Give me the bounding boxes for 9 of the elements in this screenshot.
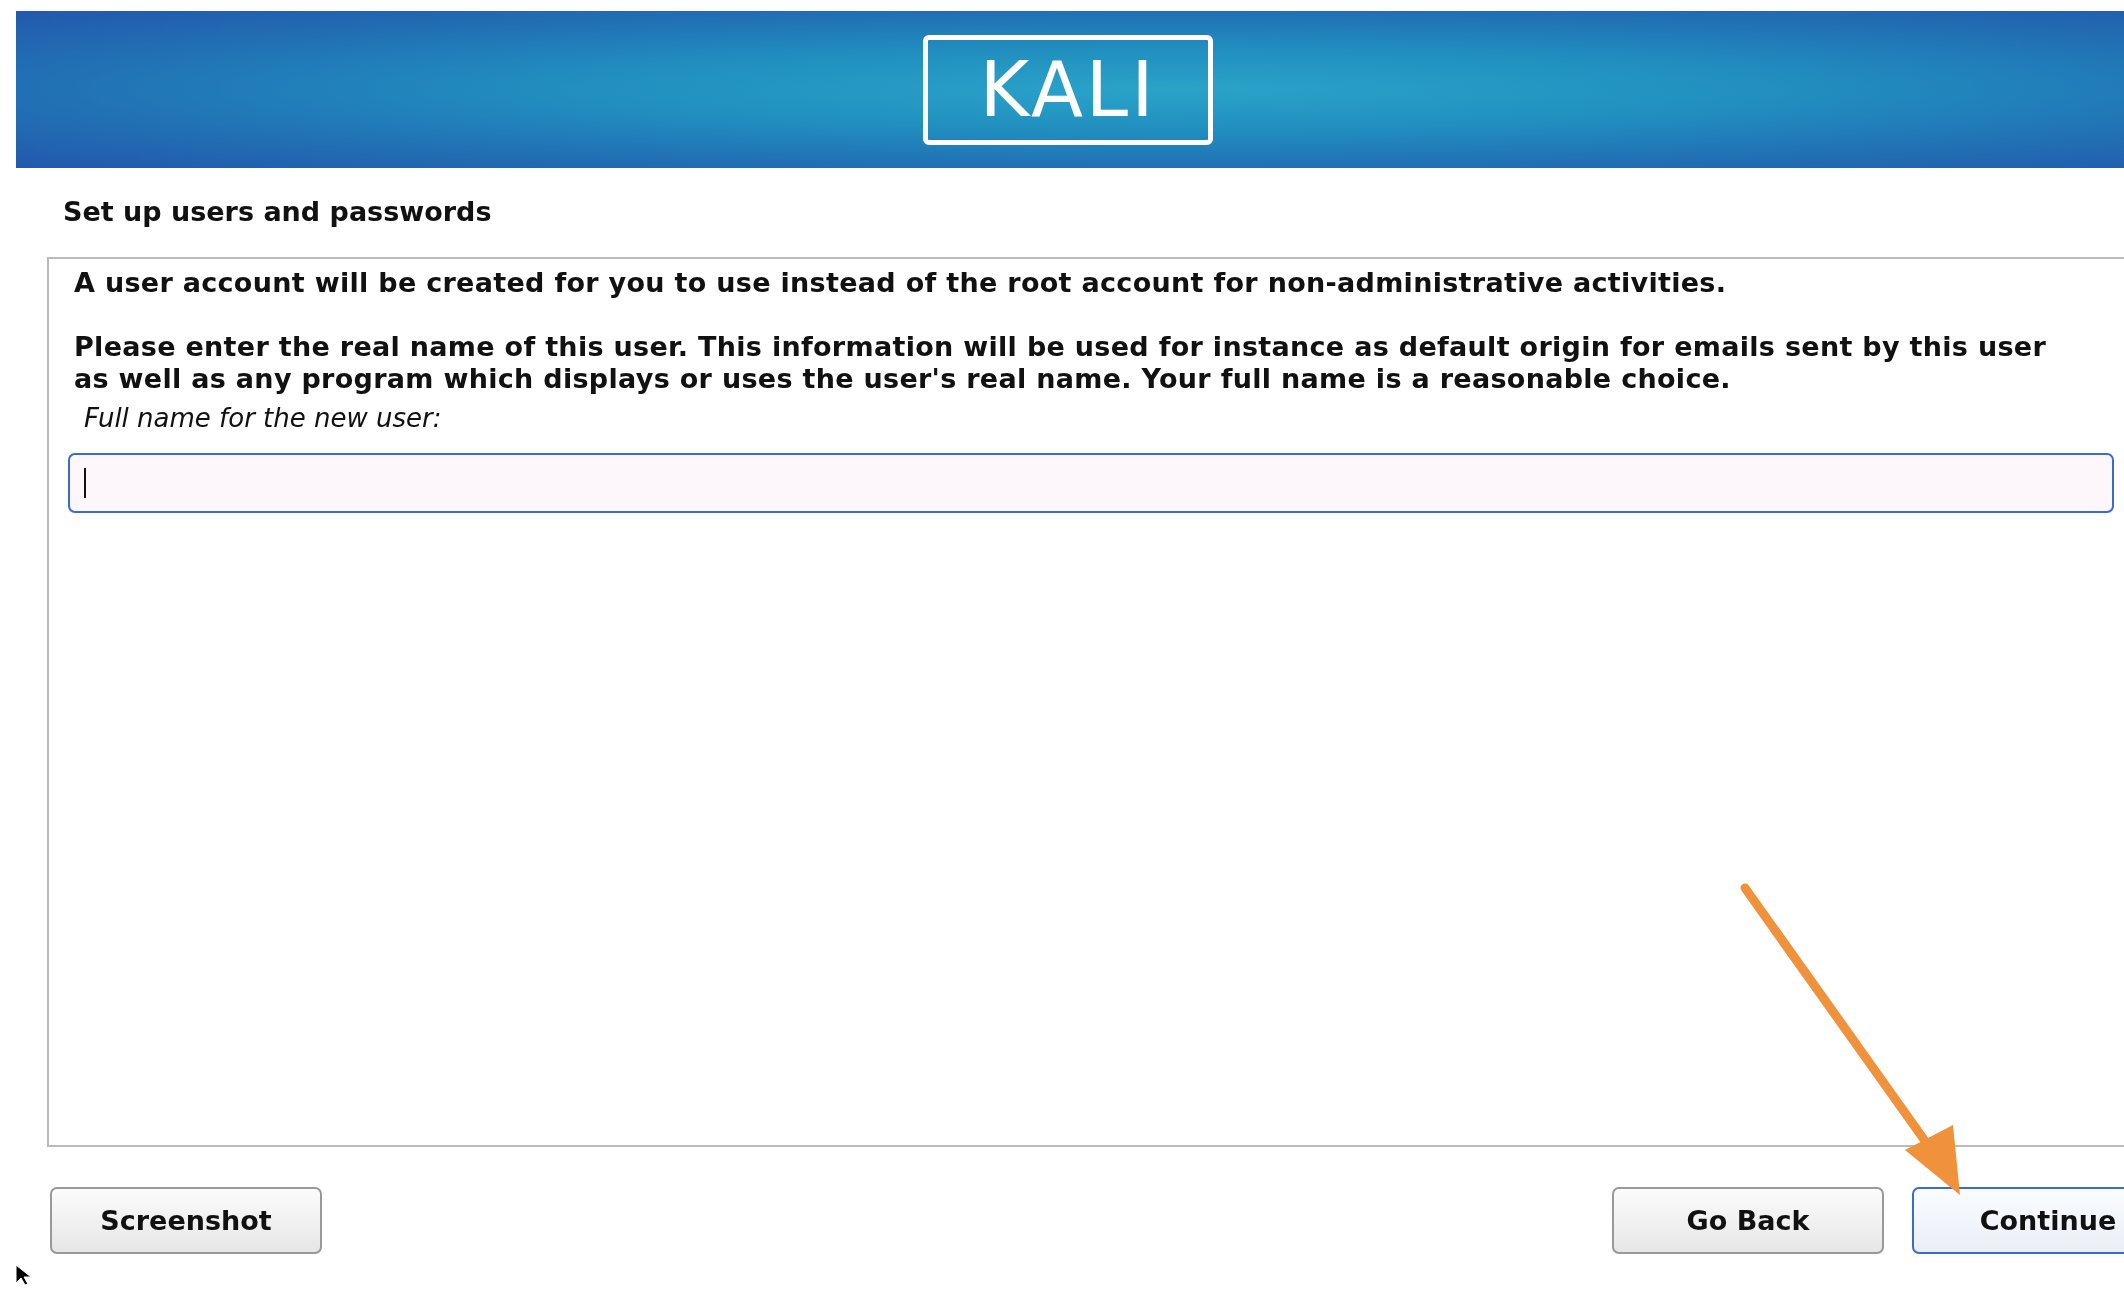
logo-text: KALI [979, 51, 1157, 128]
page-title: Set up users and passwords [63, 196, 493, 227]
description-text: Please enter the real name of this user. This information will be used for instance as default origin for emails sent by this user as well as any program which displays or uses the user's real name. Your full name is a reasonable choice. [74, 331, 2048, 395]
dialog-button[interactable]: Go Back [1612, 1187, 1884, 1254]
dialog-button[interactable]: Screenshot [50, 1187, 322, 1254]
field-label: Full name for the new user: [84, 403, 443, 433]
name-input-field[interactable] [68, 453, 2114, 513]
description-text: A user account will be created for you to use instead of the root account for non-administrative activities. [74, 267, 1728, 299]
dialog-button[interactable]: Continue [1912, 1187, 2124, 1254]
